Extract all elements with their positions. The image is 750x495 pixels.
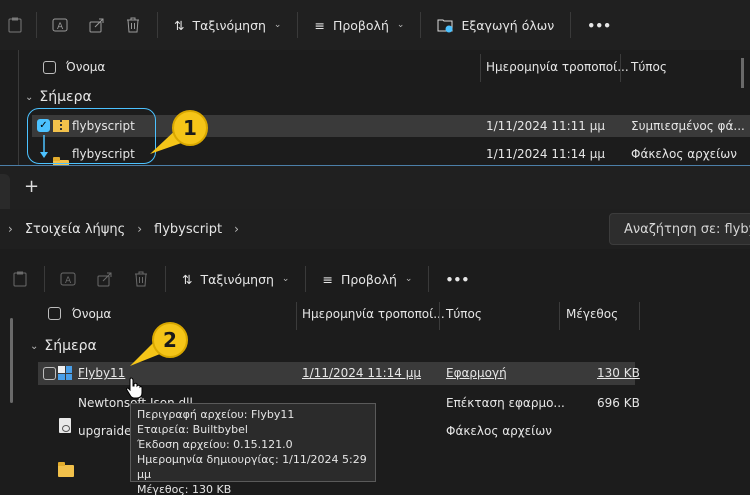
column-date[interactable]: Ημερομηνία τροποποί... <box>302 307 445 321</box>
column-name[interactable]: Όνομα <box>66 60 105 74</box>
column-date[interactable]: Ημερομηνία τροποποί... <box>486 60 629 74</box>
more-options-button[interactable]: ••• <box>577 10 621 40</box>
dll-file-icon <box>59 418 71 433</box>
column-name[interactable]: Όνομα <box>72 307 111 321</box>
sort-icon: ⇅ <box>182 271 193 287</box>
chevron-down-icon: ⌄ <box>396 20 405 30</box>
breadcrumb-flybyscript[interactable]: flybyscript <box>154 222 222 237</box>
file-type: Επέκταση εφαρμο... <box>446 396 565 410</box>
view-button[interactable]: ≡ Προβολή ⌄ <box>304 10 414 40</box>
file-date: 1/11/2024 11:11 μμ <box>486 119 606 133</box>
chevron-down-icon: ⌄ <box>25 91 34 103</box>
group-header-today[interactable]: ⌄ Σήμερα <box>25 89 92 105</box>
hand-cursor-icon <box>126 377 143 399</box>
sort-button[interactable]: ⇅ Ταξινόμηση ⌄ <box>164 10 291 40</box>
top-toolbar: A ⇅ Ταξινόμηση ⌄ ≡ Προβολή ⌄ Εξαγωγή όλω… <box>0 0 750 50</box>
chevron-right-icon: › <box>137 222 143 236</box>
share-icon[interactable] <box>79 10 115 40</box>
rename-icon[interactable]: A <box>51 264 87 294</box>
bottom-toolbar: A ⇅ Ταξινόμηση ⌄ ≡ Προβολή ⌄ ••• <box>0 257 750 301</box>
app-icon <box>58 366 72 380</box>
delete-icon[interactable] <box>115 10 151 40</box>
file-name: Flyby11 <box>78 366 126 380</box>
file-type: Εφαρμογή <box>446 366 507 380</box>
svg-text:A: A <box>65 276 72 286</box>
scrollbar[interactable] <box>741 58 744 88</box>
search-input[interactable]: Αναζήτηση σε: flybys <box>609 213 750 245</box>
callout-badge: 2 <box>152 322 188 358</box>
column-type[interactable]: Τύπος <box>446 307 482 321</box>
file-type: Φάκελος αρχείων <box>446 424 552 438</box>
left-scrollbar[interactable] <box>10 318 13 403</box>
file-type: Φάκελος αρχείων <box>631 147 737 161</box>
breadcrumb-downloads[interactable]: Στοιχεία λήψης <box>25 222 125 237</box>
svg-text:A: A <box>57 22 64 32</box>
delete-icon[interactable] <box>123 264 159 294</box>
view-icon: ≡ <box>322 271 333 287</box>
sort-icon: ⇅ <box>174 17 185 33</box>
view-button[interactable]: ≡ Προβολή ⌄ <box>312 264 422 294</box>
chevron-down-icon: ⌄ <box>404 274 413 284</box>
extract-all-button[interactable]: Εξαγωγή όλων <box>427 10 564 40</box>
tab-bar: + <box>0 166 750 209</box>
select-all-checkbox[interactable] <box>43 61 56 74</box>
group-header-today[interactable]: ⌄ Σήμερα <box>30 338 97 354</box>
chevron-right-icon: › <box>8 222 13 236</box>
sort-button[interactable]: ⇅ Ταξινόμηση ⌄ <box>172 264 299 294</box>
paste-icon[interactable] <box>0 10 30 40</box>
view-icon: ≡ <box>314 17 325 33</box>
row-checkbox[interactable] <box>43 367 56 380</box>
file-type: Συμπιεσμένος φά... <box>631 119 745 133</box>
top-column-header: Όνομα Ημερομηνία τροποποί... Τύπος <box>0 50 750 88</box>
bottom-column-header: Όνομα Ημερομηνία τροποποί... Τύπος Μέγεθ… <box>0 298 750 330</box>
folder-icon <box>58 462 74 477</box>
chevron-down-icon: ⌄ <box>30 340 39 352</box>
file-info-tooltip: Περιγραφή αρχείου: Flyby11 Εταιρεία: Bui… <box>130 403 376 495</box>
file-name[interactable]: upgraider <box>78 424 136 438</box>
chevron-down-icon: ⌄ <box>273 20 282 30</box>
file-size: 696 KB <box>597 396 640 410</box>
file-date: 1/11/2024 11:14 μμ <box>302 366 422 380</box>
file-size: 130 KB <box>597 366 640 380</box>
column-type[interactable]: Τύπος <box>631 60 667 74</box>
arrow-down-icon <box>40 135 48 158</box>
file-date: 1/11/2024 11:14 μμ <box>486 147 606 161</box>
select-all-checkbox[interactable] <box>48 307 61 320</box>
column-size[interactable]: Μέγεθος <box>566 307 618 321</box>
rename-icon[interactable]: A <box>43 10 79 40</box>
callout-badge: 1 <box>172 110 208 146</box>
new-tab-button[interactable]: + <box>24 176 39 197</box>
extract-icon <box>437 19 453 33</box>
share-icon[interactable] <box>87 264 123 294</box>
chevron-right-icon[interactable]: › <box>234 222 239 236</box>
more-options-button[interactable]: ••• <box>435 264 479 294</box>
paste-icon[interactable] <box>2 264 38 294</box>
chevron-down-icon: ⌄ <box>281 274 290 284</box>
